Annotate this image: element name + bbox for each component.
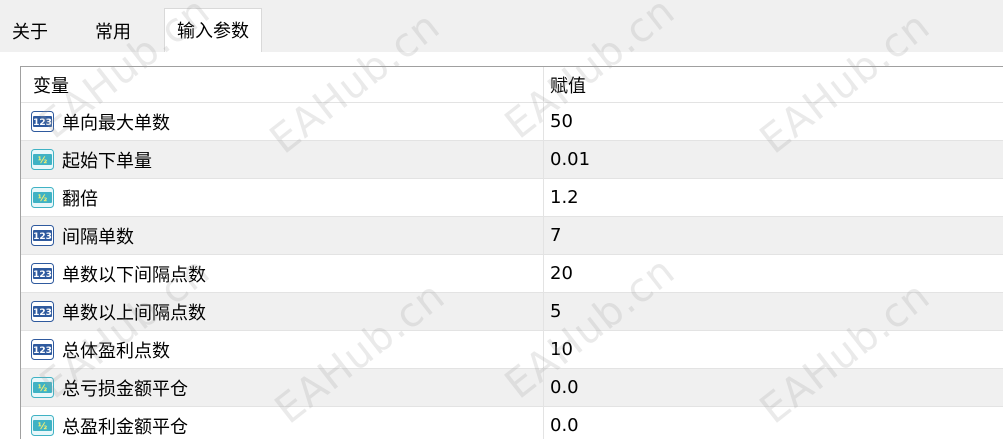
parameter-name: 总亏损金额平仓 (62, 378, 188, 400)
parameter-name-cell: ½ 翻倍 (21, 179, 543, 216)
parameter-value[interactable]: 0.01 (543, 141, 1003, 178)
tab-about[interactable]: 关于 (0, 14, 60, 52)
svg-text:123: 123 (33, 346, 52, 356)
double-v2-icon: ½ (31, 415, 54, 436)
parameter-name-cell: ½ 总亏损金额平仓 (21, 369, 543, 406)
svg-text:123: 123 (33, 308, 52, 318)
grid-header: 变量 赋值 (21, 67, 1003, 103)
parameter-name-cell: 123 总体盈利点数 (21, 331, 543, 368)
svg-text:123: 123 (33, 232, 52, 242)
parameter-name-cell: 123 单数以上间隔点数 (21, 293, 543, 330)
parameter-name: 起始下单量 (62, 150, 152, 172)
parameter-name-cell: 123 单数以下间隔点数 (21, 255, 543, 292)
parameter-row[interactable]: 123 单数以上间隔点数 5 (21, 293, 1003, 331)
parameter-name-cell: ½ 起始下单量 (21, 141, 543, 178)
parameter-value[interactable]: 7 (543, 217, 1003, 254)
parameter-row[interactable]: 123 单向最大单数 50 (21, 103, 1003, 141)
double-v2-icon: ½ (31, 149, 54, 170)
parameter-row[interactable]: 123 单数以下间隔点数 20 (21, 255, 1003, 293)
tab-bar: 关于 常用 输入参数 (0, 0, 1003, 53)
parameter-value[interactable]: 50 (543, 103, 1003, 140)
int-123-icon: 123 (31, 301, 54, 322)
svg-text:½: ½ (38, 193, 47, 204)
svg-text:123: 123 (33, 270, 52, 280)
parameter-row[interactable]: ½ 总盈利金额平仓 0.0 (21, 407, 1003, 439)
svg-text:½: ½ (38, 155, 47, 166)
input-parameters-panel: 变量 赋值 123 单向最大单数 50 ½ 起始下单量 0.01 ½ 翻倍 1.2 123 间隔单数… (0, 52, 1003, 439)
parameter-name: 总盈利金额平仓 (62, 416, 188, 438)
tab-input-parameters[interactable]: 输入参数 (164, 8, 262, 53)
parameter-value[interactable]: 10 (543, 331, 1003, 368)
parameter-value[interactable]: 0.0 (543, 369, 1003, 406)
parameter-row[interactable]: 123 间隔单数 7 (21, 217, 1003, 255)
int-123-icon: 123 (31, 263, 54, 284)
parameter-name: 单向最大单数 (62, 112, 170, 134)
parameter-row[interactable]: ½ 起始下单量 0.01 (21, 141, 1003, 179)
parameter-name: 间隔单数 (62, 226, 134, 248)
parameter-name: 翻倍 (62, 188, 98, 210)
int-123-icon: 123 (31, 225, 54, 246)
header-value[interactable]: 赋值 (543, 67, 1003, 102)
parameters-grid: 变量 赋值 123 单向最大单数 50 ½ 起始下单量 0.01 ½ 翻倍 1.2 123 间隔单数… (20, 66, 1003, 439)
parameter-row[interactable]: ½ 总亏损金额平仓 0.0 (21, 369, 1003, 407)
tab-common[interactable]: 常用 (83, 14, 143, 52)
parameter-name: 总体盈利点数 (62, 340, 170, 362)
int-123-icon: 123 (31, 339, 54, 360)
svg-text:½: ½ (38, 421, 47, 432)
parameter-name-cell: 123 间隔单数 (21, 217, 543, 254)
parameter-value[interactable]: 1.2 (543, 179, 1003, 216)
parameter-name-cell: ½ 总盈利金额平仓 (21, 407, 543, 439)
parameter-value[interactable]: 20 (543, 255, 1003, 292)
parameter-name: 单数以上间隔点数 (62, 302, 206, 324)
svg-text:123: 123 (33, 118, 52, 128)
parameter-value[interactable]: 0.0 (543, 407, 1003, 439)
parameter-row[interactable]: ½ 翻倍 1.2 (21, 179, 1003, 217)
int-123-icon: 123 (31, 111, 54, 132)
parameter-name: 单数以下间隔点数 (62, 264, 206, 286)
header-variable[interactable]: 变量 (21, 67, 543, 102)
svg-text:½: ½ (38, 383, 47, 394)
parameter-row[interactable]: 123 总体盈利点数 10 (21, 331, 1003, 369)
double-v2-icon: ½ (31, 187, 54, 208)
parameter-name-cell: 123 单向最大单数 (21, 103, 543, 140)
double-v2-icon: ½ (31, 377, 54, 398)
parameter-value[interactable]: 5 (543, 293, 1003, 330)
